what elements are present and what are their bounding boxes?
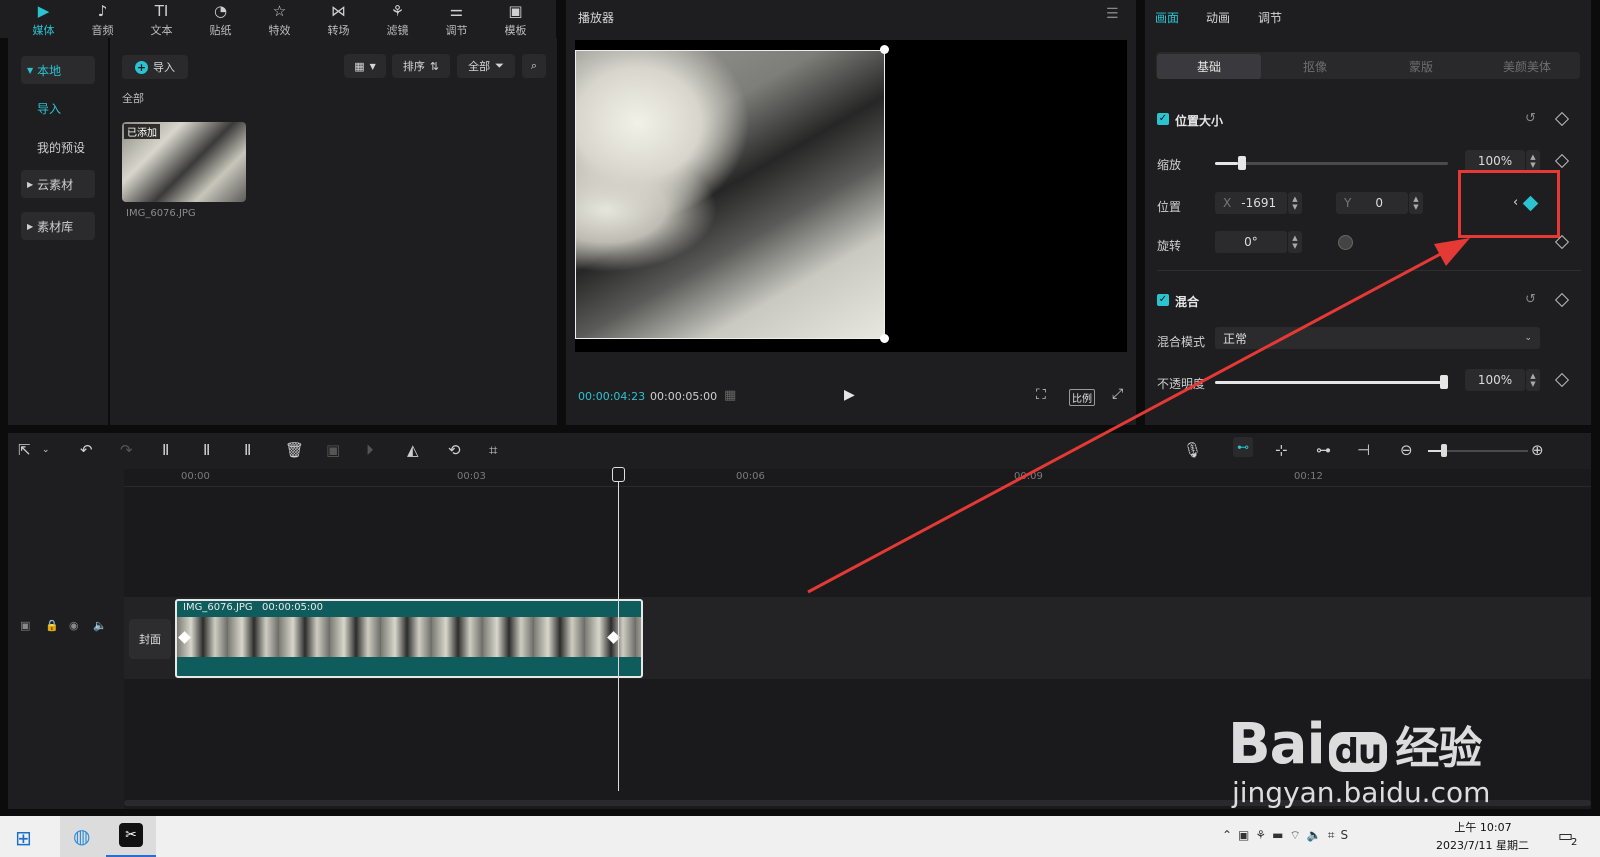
clock-date: 2023/7/11 星期二 <box>1436 839 1529 852</box>
windows-start-icon[interactable]: ⊞ <box>15 826 32 850</box>
system-tray-icons[interactable]: ⌃▣⚘▬⌔🔈⌗S <box>1222 828 1354 843</box>
taskbar: ⊞ ◍ ✂ ⌃▣⚘▬⌔🔈⌗S 上午 10:07 2023/7/11 星期二 ▭ … <box>0 816 1600 857</box>
browser-icon: ◍ <box>73 824 91 848</box>
watermark-url: jingyan.baidu.com <box>1232 776 1491 809</box>
notification-count: 2 <box>1571 837 1578 848</box>
clock-time: 上午 10:07 <box>1454 821 1512 834</box>
capcut-icon: ✂ <box>119 823 143 847</box>
taskbar-capcut[interactable]: ✂ <box>106 816 156 857</box>
watermark-logo: Bai du 经验 <box>1228 712 1482 777</box>
taskbar-browser[interactable]: ◍ <box>60 816 106 857</box>
